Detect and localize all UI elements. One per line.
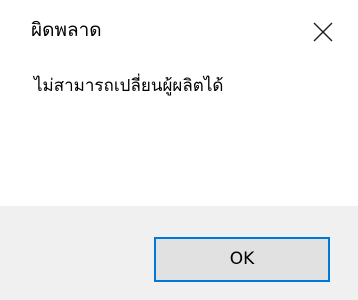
dialog-footer: OK (0, 206, 358, 300)
dialog-title: ผิดพลาด (31, 19, 102, 41)
title-bar: ผิดพลาด (0, 0, 358, 64)
ok-button[interactable]: OK (154, 237, 330, 282)
error-dialog: ผิดพลาด ไม่สามารถเปลี่ยนผู้ผลิตได้ OK (0, 0, 358, 300)
close-button[interactable] (296, 8, 350, 54)
dialog-message: ไม่สามารถเปลี่ยนผู้ผลิตได้ (34, 76, 224, 96)
ok-button-label: OK (229, 249, 255, 269)
close-icon (313, 22, 333, 42)
